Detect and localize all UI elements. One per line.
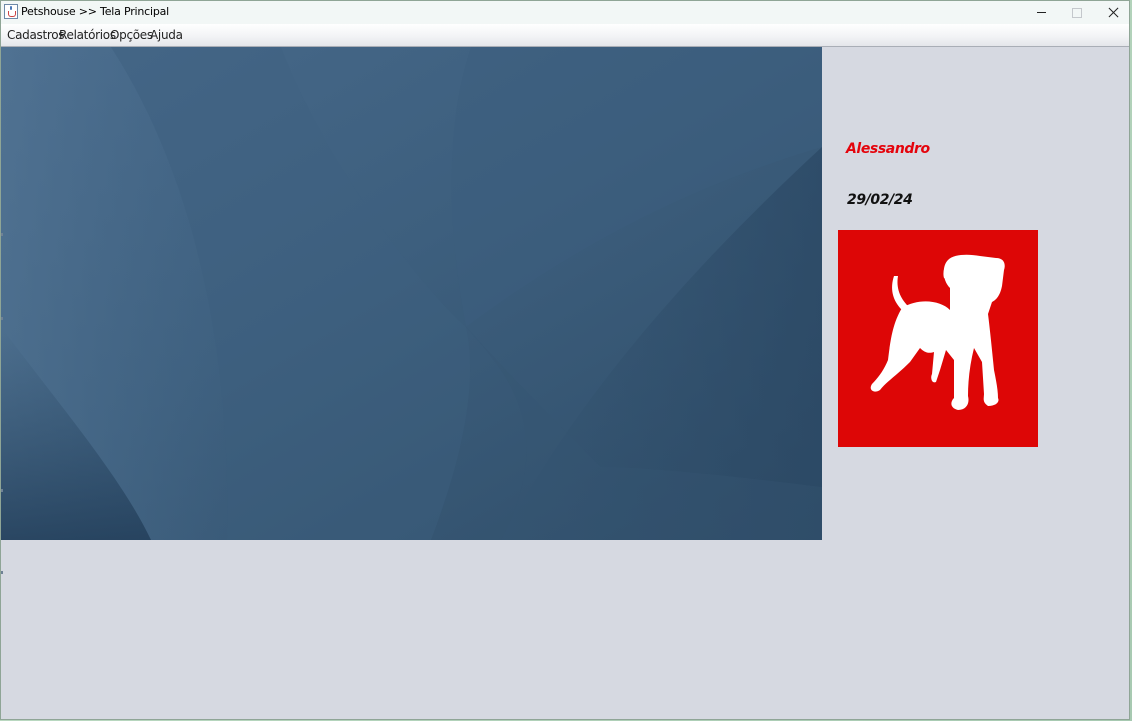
- edge-mark: [1, 571, 3, 574]
- menu-opcoes[interactable]: Opções: [110, 28, 153, 42]
- user-name: Alessandro: [846, 141, 930, 157]
- maximize-icon: [1072, 7, 1082, 18]
- minimize-icon: [1036, 12, 1046, 13]
- edge-mark: [1, 489, 3, 492]
- java-cup-icon: [4, 4, 18, 19]
- dog-silhouette-logo: [838, 230, 1038, 447]
- maximize-button[interactable]: [1059, 1, 1095, 24]
- close-icon: [1108, 7, 1119, 18]
- menu-relatorios[interactable]: Relatórios: [59, 28, 116, 42]
- main-window: Petshouse >> Tela Principal Cadastros Re…: [0, 0, 1130, 720]
- window-title: Petshouse >> Tela Principal: [21, 5, 170, 18]
- close-button[interactable]: [1095, 1, 1131, 24]
- title-bar[interactable]: Petshouse >> Tela Principal: [1, 1, 1129, 24]
- menu-bar: Cadastros Relatórios Opções Ajuda: [1, 24, 1129, 47]
- edge-mark: [1, 317, 3, 320]
- current-date: 29/02/24: [847, 192, 913, 208]
- menu-ajuda[interactable]: Ajuda: [150, 28, 183, 42]
- edge-mark: [1, 233, 3, 236]
- background-image: [1, 47, 822, 540]
- menu-cadastros[interactable]: Cadastros: [7, 28, 65, 42]
- minimize-button[interactable]: [1023, 1, 1059, 24]
